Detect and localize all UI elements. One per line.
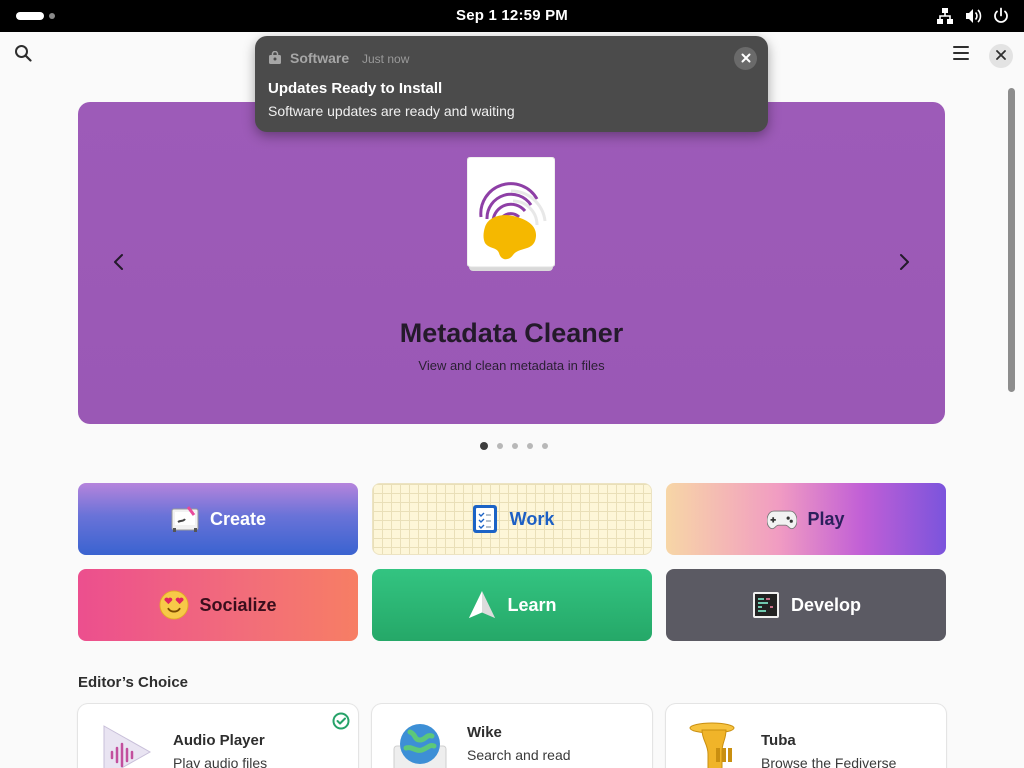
main-menu-button[interactable] bbox=[948, 42, 974, 68]
software-bag-icon bbox=[268, 50, 282, 70]
tuba-app-icon bbox=[686, 722, 742, 768]
featured-carousel[interactable]: Metadata Cleaner View and clean metadata… bbox=[78, 102, 945, 424]
app-name: Wike bbox=[467, 724, 502, 741]
close-icon bbox=[741, 50, 751, 68]
app-description: Search and read bbox=[467, 747, 571, 763]
power-icon[interactable] bbox=[992, 7, 1010, 25]
installed-check-icon bbox=[332, 712, 350, 735]
category-play-button[interactable]: Play bbox=[666, 483, 946, 555]
category-work-button[interactable]: Work bbox=[372, 483, 652, 555]
notification-title: Updates Ready to Install bbox=[268, 80, 443, 97]
carousel-dot[interactable] bbox=[480, 442, 488, 450]
category-label: Develop bbox=[790, 594, 862, 615]
category-socialize-button[interactable]: Socialize bbox=[78, 569, 358, 641]
audio-player-app-icon bbox=[98, 722, 154, 768]
carousel-dot[interactable] bbox=[512, 443, 518, 449]
gamepad-icon bbox=[767, 504, 798, 534]
app-name: Audio Player bbox=[173, 732, 265, 749]
volume-icon[interactable] bbox=[964, 7, 982, 25]
featured-app-subtitle: View and clean metadata in files bbox=[418, 358, 605, 373]
category-label: Socialize bbox=[199, 594, 277, 615]
chevron-left-icon bbox=[113, 253, 125, 276]
scrollbar[interactable] bbox=[1008, 88, 1015, 392]
carousel-page-indicator bbox=[480, 442, 548, 450]
system-tray[interactable] bbox=[936, 7, 1010, 25]
close-icon bbox=[996, 47, 1006, 65]
wike-app-icon bbox=[392, 720, 448, 768]
app-description: Play audio files bbox=[173, 755, 268, 768]
top-bar: Sep 1 12:59 PM bbox=[0, 0, 1024, 32]
app-card-tuba[interactable]: Tuba Browse the Fediverse bbox=[666, 704, 946, 768]
window-close-button[interactable] bbox=[989, 44, 1013, 68]
app-description: Browse the Fediverse bbox=[761, 755, 897, 768]
app-card-wike[interactable]: Wike Search and read bbox=[372, 704, 652, 768]
carousel-dot[interactable] bbox=[497, 443, 503, 449]
paper-plane-icon bbox=[467, 590, 497, 620]
checklist-icon bbox=[470, 504, 500, 534]
search-icon bbox=[14, 44, 32, 67]
carousel-dot[interactable] bbox=[542, 443, 548, 449]
notification-time: Just now bbox=[362, 52, 410, 66]
notification-close-button[interactable] bbox=[734, 47, 757, 70]
notification-body: Software updates are ready and waiting bbox=[268, 103, 515, 119]
app-name: Tuba bbox=[761, 732, 796, 749]
clock[interactable]: Sep 1 12:59 PM bbox=[0, 7, 1024, 24]
carousel-next-button[interactable] bbox=[892, 252, 916, 276]
category-label: Play bbox=[807, 508, 845, 529]
category-create-button[interactable]: Create bbox=[78, 483, 358, 555]
network-icon[interactable] bbox=[936, 7, 954, 25]
search-button[interactable] bbox=[10, 42, 36, 68]
hamburger-menu-icon bbox=[953, 45, 969, 65]
carousel-previous-button[interactable] bbox=[107, 252, 131, 276]
paint-palette-icon bbox=[170, 504, 200, 534]
category-label: Create bbox=[209, 508, 267, 529]
notification-app-name: Software bbox=[290, 50, 350, 66]
heart-eyes-emoji-icon bbox=[159, 590, 189, 620]
notification-banner[interactable]: Software Just now Updates Ready to Insta… bbox=[255, 36, 768, 132]
category-learn-button[interactable]: Learn bbox=[372, 569, 652, 641]
category-label: Work bbox=[509, 508, 555, 529]
terminal-icon bbox=[751, 590, 781, 620]
chevron-right-icon bbox=[898, 253, 910, 276]
fingerprint-icon bbox=[466, 156, 556, 272]
featured-app-title[interactable]: Metadata Cleaner bbox=[78, 318, 945, 349]
category-develop-button[interactable]: Develop bbox=[666, 569, 946, 641]
category-label: Learn bbox=[507, 594, 557, 615]
app-card-audio-player[interactable]: Audio Player Play audio files bbox=[78, 704, 358, 768]
carousel-dot[interactable] bbox=[527, 443, 533, 449]
section-title-editors-choice: Editor’s Choice bbox=[78, 674, 189, 691]
